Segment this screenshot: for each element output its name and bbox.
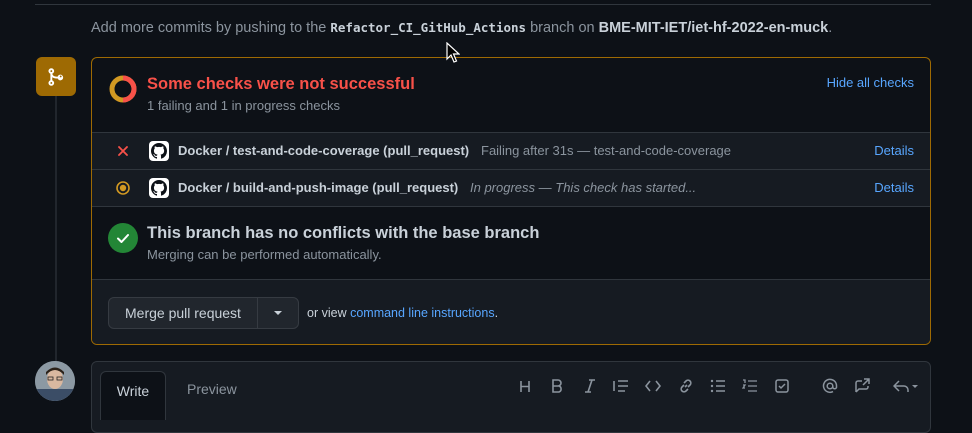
hide-all-checks-link[interactable]: Hide all checks — [827, 75, 914, 90]
check-row: Docker / build-and-push-image (pull_requ… — [92, 169, 930, 206]
tab-write[interactable]: Write — [100, 371, 166, 420]
in-progress-icon — [114, 179, 132, 197]
check-circle-icon — [108, 223, 138, 253]
task-list-icon[interactable] — [772, 376, 792, 396]
code-icon[interactable] — [643, 376, 663, 396]
merge-method-dropdown[interactable] — [256, 298, 298, 328]
merge-status-box: Some checks were not successful 1 failin… — [91, 57, 931, 345]
checks-summary: Some checks were not successful 1 failin… — [92, 58, 930, 132]
bold-icon[interactable] — [547, 376, 567, 396]
no-conflicts-subtitle: Merging can be performed automatically. — [147, 247, 382, 262]
details-link[interactable]: Details — [874, 180, 914, 195]
check-description: Failing after 31s — test-and-code-covera… — [481, 143, 732, 158]
bulleted-list-icon[interactable] — [708, 376, 728, 396]
check-name: Docker / test-and-code-coverage (pull_re… — [178, 143, 470, 158]
check-name: Docker / build-and-push-image (pull_requ… — [178, 180, 459, 195]
branch-name: Refactor_CI_GitHub_Actions — [330, 20, 527, 35]
caret-down-icon — [273, 311, 282, 315]
or-view-text: or view command line instructions. — [307, 306, 498, 320]
checks-status-subtitle: 1 failing and 1 in progress checks — [147, 98, 340, 113]
push-commits-note: Add more commits by pushing to the Refac… — [91, 20, 832, 36]
mention-icon[interactable] — [820, 376, 840, 396]
no-conflicts-section: This branch has no conflicts with the ba… — [92, 206, 930, 280]
reply-icon[interactable] — [892, 376, 920, 396]
repo-name: BME-MIT-IET/iet-hf-2022-en-muck — [598, 20, 829, 36]
checks-status-title: Some checks were not successful — [147, 75, 415, 93]
mouse-cursor-icon — [446, 42, 460, 63]
push-note-prefix: Add more commits by pushing to the — [91, 20, 327, 36]
no-conflicts-title: This branch has no conflicts with the ba… — [147, 224, 540, 242]
comment-editor: Write Preview — [91, 361, 931, 433]
x-icon — [114, 142, 132, 160]
github-actions-icon — [149, 178, 169, 198]
previous-timeline-border — [35, 0, 931, 5]
check-row: Docker / test-and-code-coverage (pull_re… — [92, 132, 930, 169]
numbered-list-icon[interactable] — [740, 376, 760, 396]
command-line-instructions-link[interactable]: command line instructions — [350, 306, 495, 320]
git-merge-icon — [36, 57, 76, 96]
quote-icon[interactable] — [611, 376, 631, 396]
github-actions-icon — [149, 141, 169, 161]
details-link[interactable]: Details — [874, 143, 914, 158]
push-note-middle: branch on — [530, 20, 595, 36]
merge-button-group: Merge pull request — [108, 297, 299, 329]
merge-pull-request-button[interactable]: Merge pull request — [109, 298, 257, 328]
avatar[interactable] — [35, 361, 75, 401]
check-description: In progress — This check has started... — [470, 180, 697, 195]
push-note-suffix: . — [828, 20, 833, 36]
checks-donut-icon — [109, 75, 137, 103]
heading-icon[interactable] — [515, 376, 535, 396]
timeline-line — [55, 96, 57, 361]
link-icon[interactable] — [676, 376, 696, 396]
or-view-period: . — [494, 306, 499, 320]
merge-actions: Merge pull request or view command line … — [92, 279, 930, 344]
tab-preview[interactable]: Preview — [187, 381, 237, 397]
italic-icon[interactable] — [580, 376, 600, 396]
or-view-label: or view — [307, 306, 347, 320]
cross-reference-icon[interactable] — [852, 376, 872, 396]
